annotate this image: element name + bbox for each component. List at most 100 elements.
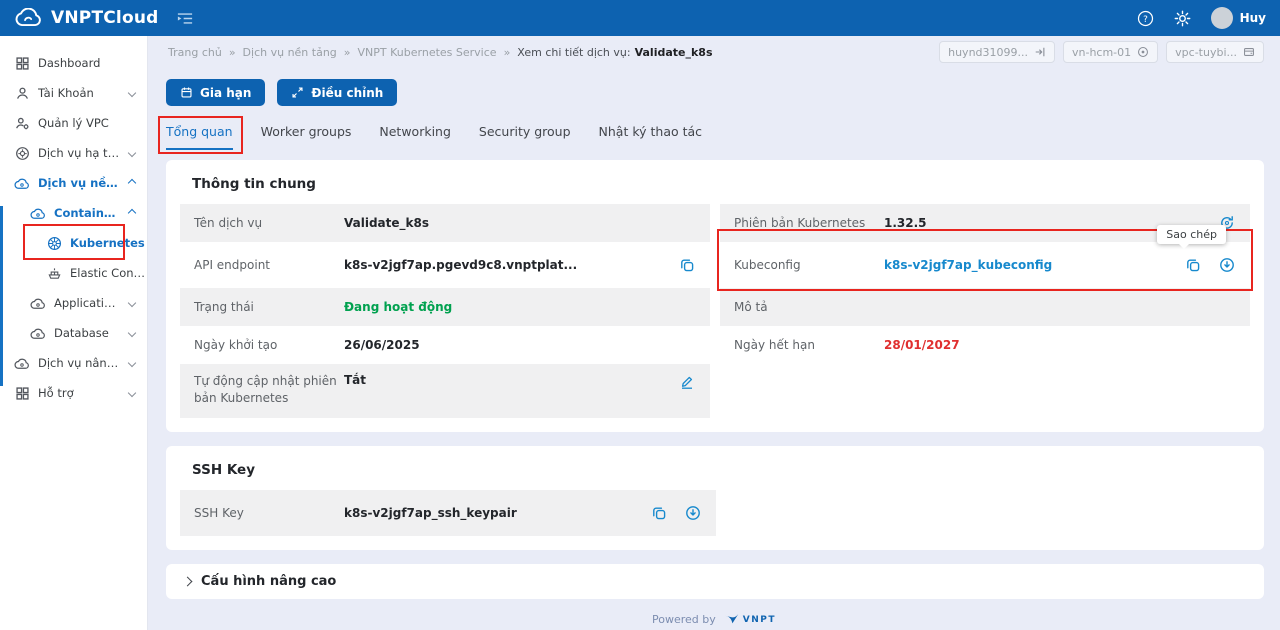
sidebar-item-elastic-container[interactable]: Elastic Contai... [0,258,147,288]
row-kubeconfig: Sao chép Kubeconfig k8s-v2jgf7ap_kubecon… [717,225,1253,291]
download-ssh-key-button[interactable] [684,504,702,522]
api-endpoint-value: k8s-v2jgf7ap.pgevd9c8.vnptplat... [344,258,578,272]
row-description: Mô tả [720,288,1250,326]
project-selector[interactable]: huynd31099... [939,41,1055,63]
cloud-gear-icon [14,175,30,191]
tab-security-group[interactable]: Security group [479,120,571,150]
chevron-down-icon [127,328,137,338]
chevron-down-icon [127,148,137,158]
row-service-name: Tên dịch vụ Validate_k8s [180,204,710,242]
sidebar-toggle-icon[interactable] [177,12,193,25]
sidebar-item-ho-tro[interactable]: Hỗ trợ [0,378,147,408]
dashboard-icon [14,385,30,401]
row-status: Trạng thái Đang hoạt động [180,288,710,326]
sidebar-item-tai-khoan[interactable]: Tài Khoản [0,78,147,108]
sidebar-item-dashboard[interactable]: Dashboard [0,48,147,78]
region-selector[interactable]: vn-hcm-01 [1063,41,1159,63]
powered-by-label: Powered by [652,613,716,626]
copy-api-endpoint-button[interactable] [678,256,696,274]
sidebar-item-kubernetes[interactable]: Kubernetes [0,224,147,260]
svg-text:?: ? [1143,14,1148,24]
breadcrumb-current: Xem chi tiết dịch vụ: Validate_k8s [517,45,713,59]
row-api-endpoint: API endpoint k8s-v2jgf7ap.pgevd9c8.vnptp… [180,242,710,288]
general-info-right-column: Phiên bản Kubernetes 1.32.5 Sao chép Kub… [717,204,1253,418]
sidebar-item-containers[interactable]: Containers [0,198,147,228]
breadcrumb: Trang chủ » Dịch vụ nền tảng » VNPT Kube… [168,46,713,59]
users-gear-icon [14,115,30,131]
ssh-key-title: SSH Key [192,462,256,478]
user-name: Huy [1239,11,1266,25]
dashboard-icon [14,55,30,71]
project-switch-icon [1034,46,1046,58]
chevron-right-icon [182,576,193,587]
context-selectors: huynd31099... vn-hcm-01 vpc-tuybi... [939,41,1264,63]
chevron-up-icon [127,178,137,188]
sidebar-item-database[interactable]: Database [0,318,147,348]
created-date-value: 26/06/2025 [344,338,420,352]
advanced-config-toggle[interactable]: Cấu hình nâng cao [166,564,1264,599]
vpc-selector[interactable]: vpc-tuybi... [1166,41,1264,63]
vpc-box-icon [1243,46,1255,58]
download-kubeconfig-button[interactable] [1218,256,1236,274]
expiry-date-value: 28/01/2027 [884,338,960,352]
status-badge: Đang hoạt động [344,300,453,314]
top-bar: VNPTCloud ? Huy [0,0,1280,36]
breadcrumb-kubernetes-service[interactable]: VNPT Kubernetes Service [358,46,497,59]
tab-worker-groups[interactable]: Worker groups [261,120,352,150]
general-info-left-column: Tên dịch vụ Validate_k8s API endpoint k8… [180,204,710,418]
user-menu[interactable]: Huy [1210,7,1266,29]
tab-tong-quan[interactable]: Tổng quan [158,116,243,154]
cloud-gear-icon [30,295,46,311]
breadcrumb-home[interactable]: Trang chủ [168,46,222,59]
vnpt-logo: VNPT [724,613,776,626]
row-created-date: Ngày khởi tạo 26/06/2025 [194,337,420,353]
footer: Powered by VNPT [148,613,1280,626]
renew-button[interactable]: Gia hạn [166,79,266,106]
general-info-card: Thông tin chung Tên dịch vụ Validate_k8s… [166,160,1264,432]
calendar-icon [180,86,193,99]
advanced-config-title: Cấu hình nâng cao [201,574,337,589]
ssh-key-card: SSH Key SSH Key k8s-v2jgf7ap_ssh_keypair [166,446,1264,550]
row-auto-update: Tự động cập nhật phiên bản Kubernetes Tắ… [180,364,710,418]
brand-logo[interactable]: VNPTCloud [14,8,159,28]
copy-ssh-key-button[interactable] [650,504,668,522]
cloud-gear-icon [30,325,46,341]
gear-circle-icon [14,145,30,161]
sidebar-item-dich-vu-nen-tang[interactable]: Dịch vụ nền tảng [0,168,147,198]
tab-networking[interactable]: Networking [379,120,451,150]
sidebar-item-quan-ly-vpc[interactable]: Quản lý VPC [0,108,147,138]
brand-name: VNPTCloud [51,8,159,28]
avatar [1210,7,1233,29]
chevron-down-icon [127,298,137,308]
resize-arrows-icon [291,86,304,99]
breadcrumb-separator: » [343,45,351,59]
region-globe-icon [1137,46,1149,58]
action-buttons: Gia hạn Điều chỉnh [166,79,1280,106]
breadcrumb-separator: » [228,45,236,59]
edit-auto-update-button[interactable] [678,373,696,391]
auto-update-value: Tắt [344,373,367,387]
sidebar: Dashboard Tài Khoản Quản lý VPC Dịch vụ … [0,36,148,630]
copy-kubeconfig-button[interactable] [1184,256,1202,274]
user-icon [14,85,30,101]
chevron-down-icon [127,358,137,368]
adjust-button[interactable]: Điều chỉnh [277,79,398,106]
tab-bar: Tổng quan Worker groups Networking Secur… [158,116,1280,154]
kubeconfig-link[interactable]: k8s-v2jgf7ap_kubeconfig [884,258,1052,272]
service-name: Validate_k8s [634,45,713,59]
chevron-down-icon [127,88,137,98]
sidebar-item-dich-vu-nang-cao[interactable]: Dịch vụ nâng cao [0,348,147,378]
kubernetes-icon [46,235,62,251]
sidebar-item-application-integration[interactable]: Application Int... [0,288,147,318]
row-expiry-date: Ngày hết hạn 28/01/2027 [734,337,960,353]
help-icon[interactable]: ? [1137,10,1154,27]
breadcrumb-platform-services[interactable]: Dịch vụ nền tảng [243,46,337,59]
tab-nhat-ky-thao-tac[interactable]: Nhật ký thao tác [599,120,703,150]
chevron-down-icon [127,388,137,398]
cloud-gear-icon [30,205,46,221]
cloud-logo-icon [14,8,44,28]
main-content: Trang chủ » Dịch vụ nền tảng » VNPT Kube… [148,36,1280,630]
settings-gear-icon[interactable] [1174,10,1191,27]
sidebar-item-dich-vu-ha-tang[interactable]: Dịch vụ hạ tầng [0,138,147,168]
cloud-gear-icon [14,355,30,371]
